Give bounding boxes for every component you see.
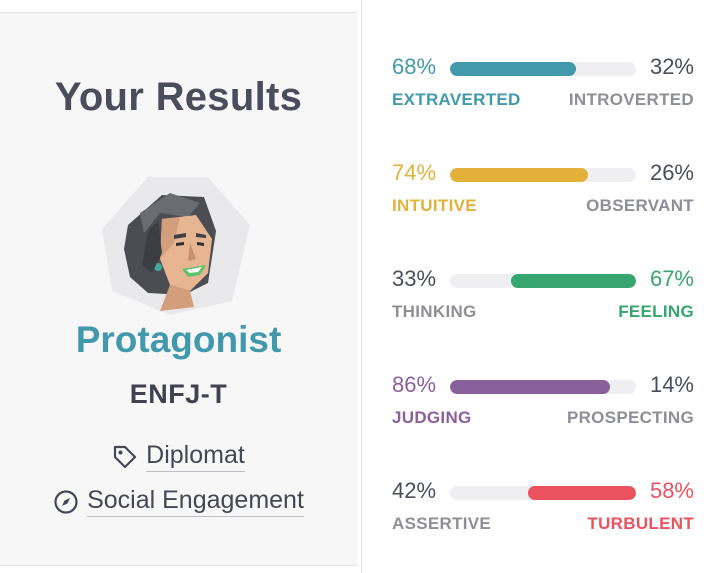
trait-row-mind: 74% 26% INTUITIVE OBSERVANT xyxy=(392,160,694,230)
trait-row-energy: 68% 32% EXTRAVERTED INTROVERTED xyxy=(392,54,694,124)
trait-right-percent: 32% xyxy=(649,54,694,79)
trait-right-percent: 14% xyxy=(649,372,694,397)
trait-bar xyxy=(450,486,636,500)
trait-bar-fill xyxy=(528,486,636,500)
trait-bar-fill xyxy=(511,274,636,288)
strategy-row[interactable]: Social Engagement xyxy=(0,486,357,517)
personality-type-name: Protagonist xyxy=(75,319,282,360)
trait-bar xyxy=(450,62,636,76)
trait-right-label: FEELING xyxy=(618,302,694,321)
trait-right-percent: 67% xyxy=(649,266,694,291)
role-row[interactable]: Diplomat xyxy=(0,441,357,472)
results-summary-panel: Your Results Protagonist ENFJ-T Diplomat xyxy=(0,12,357,566)
trait-bar xyxy=(450,274,636,288)
trait-right-percent: 26% xyxy=(649,160,694,185)
trait-right-label: INTROVERTED xyxy=(568,90,694,109)
trait-row-nature: 33% 67% THINKING FEELING xyxy=(392,266,694,336)
trait-right-label: OBSERVANT xyxy=(586,196,694,215)
compass-icon xyxy=(54,489,78,514)
trait-bar-fill xyxy=(450,62,577,76)
trait-left-label: ASSERTIVE xyxy=(392,514,492,533)
trait-right-label: TURBULENT xyxy=(587,514,694,533)
trait-right-label: PROSPECTING xyxy=(566,408,694,427)
trait-right-percent: 58% xyxy=(649,478,694,503)
personality-type-code: ENFJ-T xyxy=(129,379,228,409)
trait-left-percent: 86% xyxy=(392,372,437,397)
trait-row-identity: 42% 58% ASSERTIVE TURBULENT xyxy=(392,478,694,548)
trait-bar-fill xyxy=(450,380,610,394)
trait-left-label: JUDGING xyxy=(392,408,472,427)
trait-left-percent: 42% xyxy=(392,478,437,503)
trait-left-label: THINKING xyxy=(392,302,477,321)
results-title: Your Results xyxy=(54,75,303,119)
role-link[interactable]: Diplomat xyxy=(146,441,245,472)
trait-row-tactics: 86% 14% JUDGING PROSPECTING xyxy=(392,372,694,442)
trait-left-percent: 74% xyxy=(392,160,437,185)
trait-bar-fill xyxy=(450,168,588,182)
trait-left-label: EXTRAVERTED xyxy=(392,90,521,109)
tag-icon xyxy=(114,445,137,468)
trait-bar xyxy=(450,380,636,394)
trait-left-percent: 68% xyxy=(392,54,437,79)
trait-bar xyxy=(450,168,636,182)
protagonist-avatar xyxy=(102,177,250,315)
trait-left-percent: 33% xyxy=(392,266,437,291)
trait-left-label: INTUITIVE xyxy=(392,196,477,215)
strategy-link[interactable]: Social Engagement xyxy=(87,486,304,517)
